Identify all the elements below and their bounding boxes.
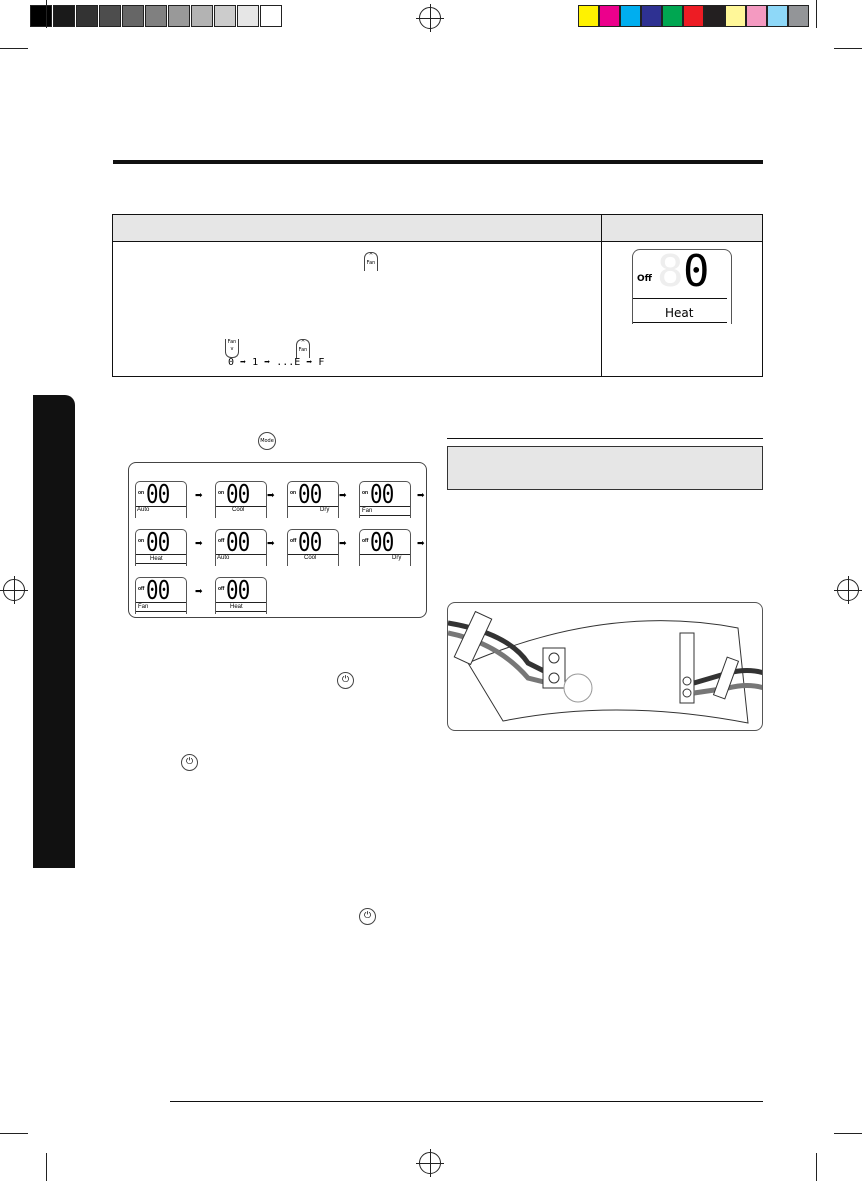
arrow-icon: ➡: [417, 539, 425, 549]
color-swatch: [99, 5, 121, 27]
status-label: on: [138, 490, 145, 496]
mode-display-on-fan: on 00 Fan: [359, 480, 411, 518]
mode-sequence-diagram: on 00 Auto on 00 Cool on 00 Dry on 00 Fan on 00 Heat of…: [128, 462, 427, 618]
fan-up-icon: ^ Fan: [364, 252, 378, 271]
status-label: off: [218, 538, 225, 544]
color-swatch: [578, 5, 599, 27]
mode-display-on-cool: on 00 Cool: [215, 480, 267, 518]
mode-button-icon: Mode: [258, 432, 276, 450]
fan-up-icon: ^ Fan: [296, 339, 310, 358]
color-swatch: [746, 5, 767, 27]
arrow-icon: ➡: [195, 491, 203, 501]
crop-mark: [0, 48, 28, 49]
registration-mark: [834, 576, 862, 604]
digit: 0: [683, 246, 710, 297]
registration-mark: [416, 4, 444, 32]
status-label: off: [218, 586, 225, 592]
mode-display-off-auto: off 00 Auto: [215, 528, 267, 566]
mode-display-off-dry: off 00 Dry: [359, 528, 411, 566]
status-label: Off: [637, 274, 652, 284]
color-swatch: [168, 5, 190, 27]
color-swatch: [620, 5, 641, 27]
fan-down-icon: Fan v: [225, 339, 239, 358]
color-swatch: [662, 5, 683, 27]
mode-label: Auto: [217, 555, 230, 561]
color-swatch: [725, 5, 746, 27]
wiring-illustration: [448, 610, 762, 724]
fan-table: ^ Fan Fan v ^ Fan 0 ➡ 1 ➡ ...E ➡ F Off 8 0 …: [112, 214, 763, 377]
registration-mark: [0, 576, 28, 604]
color-swatch: [30, 5, 52, 27]
arrow-icon: ➡: [339, 539, 347, 549]
footer-rule: [170, 1101, 763, 1102]
color-swatch: [260, 5, 282, 27]
arrow-icon: ➡: [195, 539, 203, 549]
mode-label: Dry: [392, 555, 402, 561]
color-swatch: [683, 5, 704, 27]
color-swatch: [599, 5, 620, 27]
mode-display-on-heat: on 00 Heat: [135, 528, 187, 566]
note-box: [447, 446, 763, 490]
mode-label: Auto: [137, 507, 150, 513]
status-label: off: [362, 538, 369, 544]
status-label: on: [138, 538, 145, 544]
power-icon: ⏻: [359, 908, 376, 925]
column-divider: [601, 215, 602, 376]
color-swatch: [191, 5, 213, 27]
wiring-diagram: [447, 602, 763, 731]
fan-sequence: 0 ➡ 1 ➡ ...E ➡ F: [228, 357, 325, 368]
mode-label: Heat: [665, 306, 694, 320]
crop-mark: [46, 1153, 47, 1181]
status-label: on: [290, 490, 297, 496]
mode-display-off-cool: off 00 Cool: [287, 528, 339, 566]
crop-mark: [0, 1133, 28, 1134]
color-swatch: [767, 5, 788, 27]
registration-mark: [416, 1149, 444, 1177]
mode-display-on-dry: on 00 Dry: [287, 480, 339, 518]
lcd-display: Off 8 0 Heat: [632, 246, 732, 324]
status-label: on: [218, 490, 225, 496]
status-label: off: [138, 586, 145, 592]
mode-display-on-auto: on 00 Auto: [135, 480, 187, 518]
status-label: on: [362, 490, 369, 496]
color-swatch: [237, 5, 259, 27]
mode-label: Fan: [138, 604, 149, 610]
arrow-icon: ➡: [195, 587, 203, 597]
note-rule: [447, 438, 763, 439]
crop-mark: [46, 0, 47, 28]
mode-label: Fan: [362, 508, 373, 514]
mode-label: Heat: [230, 604, 243, 610]
mode-display-off-fan: off 00 Fan: [135, 576, 187, 614]
arrow-icon: ➡: [339, 491, 347, 501]
crop-mark: [816, 1153, 817, 1181]
arrow-icon: ➡: [267, 539, 275, 549]
section-rule: [113, 160, 763, 164]
crop-mark: [816, 0, 817, 28]
arrow-icon: ➡: [417, 491, 425, 501]
crop-mark: [834, 1133, 862, 1134]
color-swatch: [214, 5, 236, 27]
mode-label: Cool: [232, 507, 245, 513]
mode-display-off-heat: off 00 Heat: [215, 576, 267, 614]
power-icon: ⏻: [181, 754, 198, 771]
arrow-icon: ➡: [267, 491, 275, 501]
color-swatch: [53, 5, 75, 27]
color-swatch: [122, 5, 144, 27]
color-swatch: [641, 5, 662, 27]
power-icon: ⏻: [337, 672, 354, 689]
table-header: [113, 215, 762, 242]
status-label: off: [290, 538, 297, 544]
color-swatch: [704, 5, 725, 27]
crop-mark: [834, 48, 862, 49]
color-swatch: [76, 5, 98, 27]
color-swatch: [145, 5, 167, 27]
mode-label: Heat: [150, 556, 163, 562]
mode-label: Cool: [304, 555, 317, 561]
color-swatch: [788, 5, 809, 27]
mode-label: Dry: [320, 507, 330, 513]
side-tab: [33, 395, 75, 868]
